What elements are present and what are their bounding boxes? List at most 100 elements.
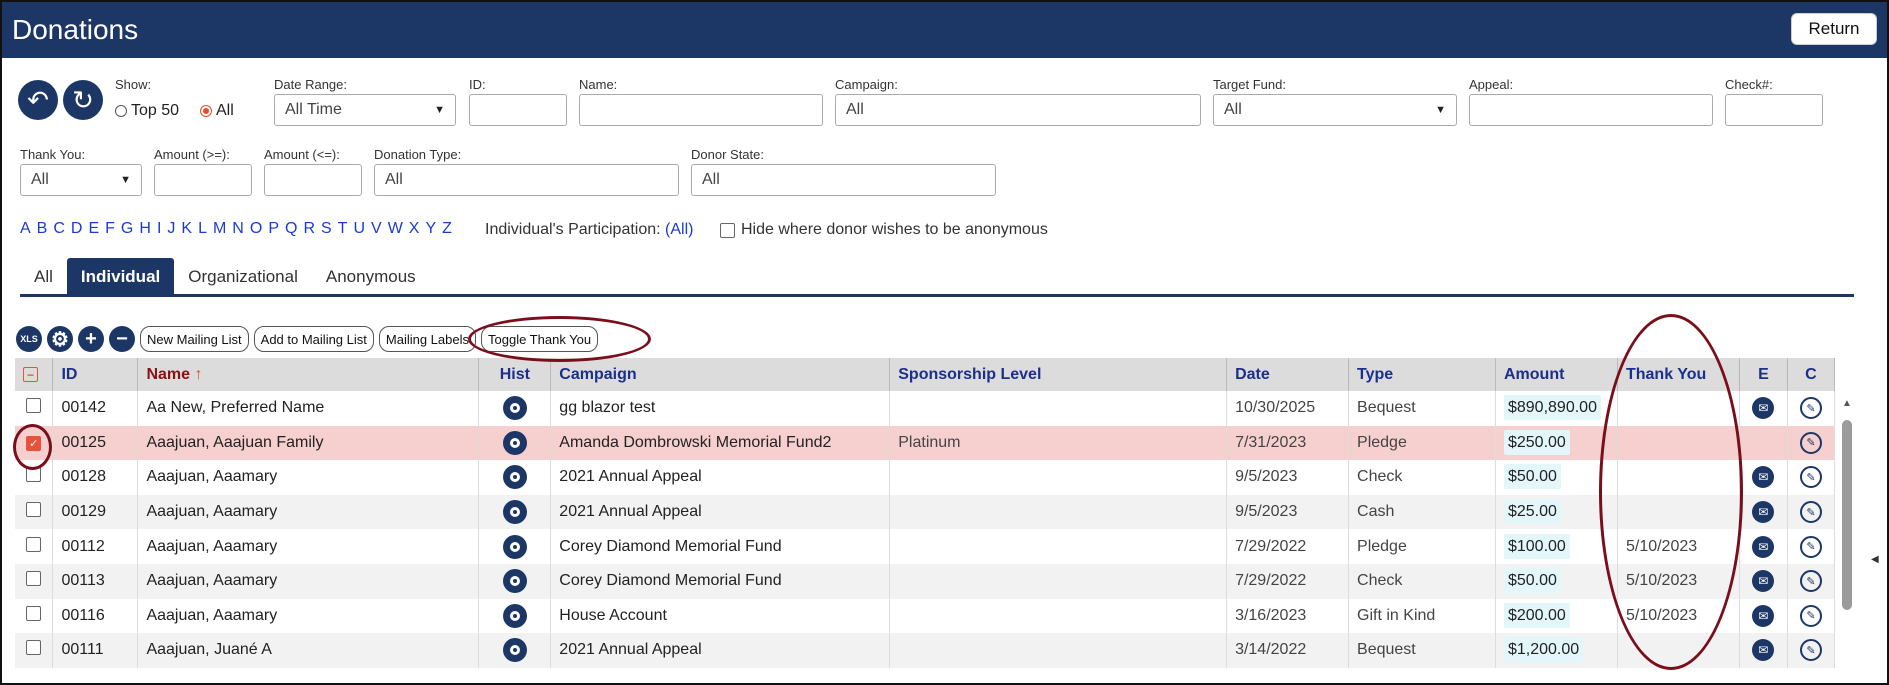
col-id[interactable]: ID xyxy=(52,358,139,391)
row-email-cell[interactable]: ✉ xyxy=(1739,598,1788,634)
row-checkbox[interactable] xyxy=(26,640,42,656)
alpha-letter-j[interactable]: J xyxy=(167,220,175,238)
row-hist-cell[interactable] xyxy=(478,633,552,668)
scroll-up-icon[interactable]: ▲ xyxy=(1842,398,1852,409)
row-email-cell[interactable] xyxy=(1739,425,1788,461)
row-c-cell[interactable]: ✎ xyxy=(1787,598,1836,634)
campaign-input[interactable]: All xyxy=(835,94,1201,126)
row-c-cell[interactable]: ✎ xyxy=(1787,494,1836,530)
envelope-icon[interactable]: ✉ xyxy=(1752,466,1775,489)
alpha-letter-q[interactable]: Q xyxy=(285,220,297,238)
scroll-thumb[interactable] xyxy=(1842,420,1852,610)
row-email-cell[interactable]: ✉ xyxy=(1739,633,1788,668)
table-scrollbar[interactable]: ▲ xyxy=(1840,398,1854,685)
document-icon[interactable]: ✎ xyxy=(1799,639,1822,662)
row-select-cell[interactable] xyxy=(15,460,54,495)
new-mailing-list-button[interactable]: New Mailing List xyxy=(140,326,249,352)
document-icon[interactable]: ✎ xyxy=(1799,501,1822,524)
alpha-letter-f[interactable]: F xyxy=(105,220,115,238)
col-name[interactable]: Name ↑ xyxy=(137,358,480,391)
row-select-cell[interactable] xyxy=(15,633,54,668)
mailing-labels-button[interactable]: Mailing Labels xyxy=(378,326,476,352)
xls-export-icon[interactable]: XLS xyxy=(16,326,42,352)
eye-icon[interactable] xyxy=(502,603,527,628)
hide-anonymous-checkbox[interactable] xyxy=(720,222,735,238)
settings-icon[interactable]: ⚙ xyxy=(47,326,73,352)
col-thank-you[interactable]: Thank You xyxy=(1617,358,1740,391)
donor-state-input[interactable]: All xyxy=(691,164,996,196)
alpha-letter-p[interactable]: P xyxy=(268,220,279,238)
row-c-cell[interactable]: ✎ xyxy=(1787,460,1836,495)
envelope-icon[interactable]: ✉ xyxy=(1752,639,1775,662)
row-email-cell[interactable]: ✉ xyxy=(1739,494,1788,530)
table-row[interactable]: 00128 Aaajuan, Aaamary 2021 Annual Appeal 9… xyxy=(15,460,1836,495)
row-select-cell[interactable] xyxy=(15,494,54,530)
col-type[interactable]: Type xyxy=(1348,358,1496,391)
alpha-letter-a[interactable]: A xyxy=(20,220,31,238)
alpha-letter-o[interactable]: O xyxy=(250,220,262,238)
row-email-cell[interactable]: ✉ xyxy=(1739,529,1788,564)
col-e[interactable]: E xyxy=(1739,358,1788,391)
col-sponsorship[interactable]: Sponsorship Level xyxy=(889,358,1228,391)
row-c-cell[interactable]: ✎ xyxy=(1787,633,1836,668)
alpha-letter-t[interactable]: T xyxy=(338,220,348,238)
col-date[interactable]: Date xyxy=(1226,358,1350,391)
row-checkbox[interactable] xyxy=(26,536,42,552)
alpha-letter-r[interactable]: R xyxy=(303,220,315,238)
envelope-icon[interactable]: ✉ xyxy=(1752,604,1775,627)
table-row[interactable]: ✓ 00125 Aaajuan, Aaajuan Family Amanda Domb… xyxy=(15,425,1836,461)
row-hist-cell[interactable] xyxy=(478,598,552,634)
alpha-letter-y[interactable]: Y xyxy=(425,220,436,238)
radio-top50[interactable]: Top 50 xyxy=(115,102,179,120)
target-fund-select[interactable]: All ▼ xyxy=(1213,94,1457,126)
row-c-cell[interactable]: ✎ xyxy=(1787,425,1836,461)
panel-collapse-icon[interactable]: ◀ xyxy=(1871,554,1879,565)
select-all-checkbox[interactable]: − xyxy=(23,367,38,382)
row-select-cell[interactable] xyxy=(15,529,54,564)
tab-all[interactable]: All xyxy=(20,258,67,296)
envelope-icon[interactable]: ✉ xyxy=(1752,535,1775,558)
id-input[interactable] xyxy=(469,94,567,126)
row-hist-cell[interactable] xyxy=(478,563,552,599)
alpha-letter-l[interactable]: L xyxy=(198,220,207,238)
alpha-letter-d[interactable]: D xyxy=(71,220,83,238)
row-checkbox[interactable]: ✓ xyxy=(26,435,42,451)
row-select-cell[interactable] xyxy=(15,563,54,599)
alpha-letter-h[interactable]: H xyxy=(139,220,151,238)
table-row[interactable]: 00112 Aaajuan, Aaamary Corey Diamond Memor… xyxy=(15,529,1836,564)
document-icon[interactable]: ✎ xyxy=(1799,604,1822,627)
amount-le-input[interactable] xyxy=(264,164,362,196)
remove-icon[interactable]: − xyxy=(109,326,135,352)
tab-organizational[interactable]: Organizational xyxy=(174,258,312,296)
check-input[interactable] xyxy=(1725,94,1823,126)
row-checkbox[interactable] xyxy=(26,467,42,483)
toggle-thank-you-button[interactable]: Toggle Thank You xyxy=(481,326,599,352)
table-row[interactable]: 00111 Aaajuan, Juané A 2021 Annual Appeal 3… xyxy=(15,633,1836,668)
eye-icon[interactable] xyxy=(502,500,527,525)
table-row[interactable]: 00113 Aaajuan, Aaamary Corey Diamond Memor… xyxy=(15,563,1836,599)
envelope-icon[interactable]: ✉ xyxy=(1752,501,1775,524)
col-hist[interactable]: Hist xyxy=(478,358,552,391)
alpha-letter-g[interactable]: G xyxy=(121,220,133,238)
return-button[interactable]: Return xyxy=(1791,13,1877,45)
alpha-letter-e[interactable]: E xyxy=(88,220,99,238)
col-campaign[interactable]: Campaign xyxy=(550,358,891,391)
thank-you-select[interactable]: All ▼ xyxy=(20,164,142,196)
table-row[interactable]: 00129 Aaajuan, Aaamary 2021 Annual Appeal 9… xyxy=(15,494,1836,530)
document-icon[interactable]: ✎ xyxy=(1799,570,1822,593)
row-hist-cell[interactable] xyxy=(478,529,552,564)
row-checkbox[interactable] xyxy=(26,398,42,414)
row-checkbox[interactable] xyxy=(26,502,42,518)
add-icon[interactable]: + xyxy=(78,326,104,352)
add-to-mailing-list-button[interactable]: Add to Mailing List xyxy=(253,326,374,352)
alpha-letter-n[interactable]: N xyxy=(232,220,244,238)
table-row[interactable]: 00142 Aa New, Preferred Name gg blazor tes… xyxy=(15,391,1836,426)
alpha-letter-x[interactable]: X xyxy=(409,220,420,238)
row-hist-cell[interactable] xyxy=(478,391,552,426)
row-select-cell[interactable] xyxy=(15,598,54,634)
donation-type-input[interactable]: All xyxy=(374,164,679,196)
refresh-icon[interactable]: ↻ xyxy=(63,80,103,120)
alpha-letter-z[interactable]: Z xyxy=(442,220,452,238)
radio-all[interactable]: All xyxy=(200,102,234,120)
row-c-cell[interactable]: ✎ xyxy=(1787,563,1836,599)
